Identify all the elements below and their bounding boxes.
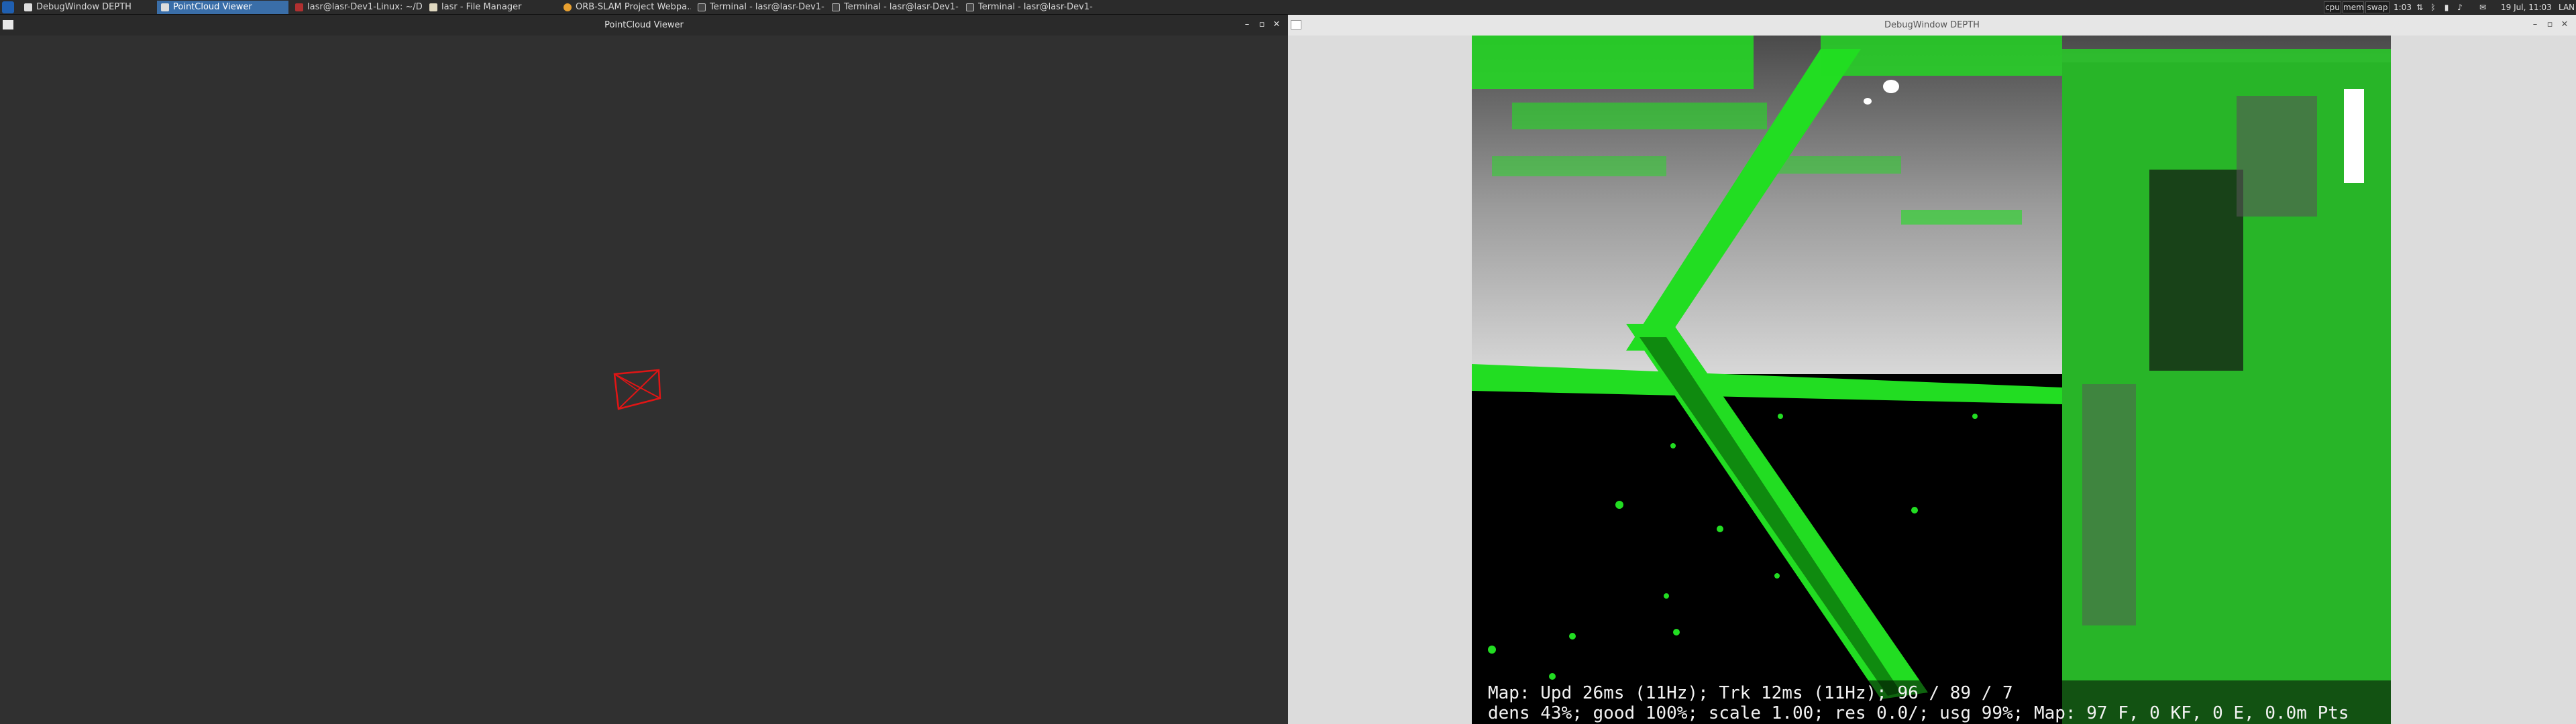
depth-image-view: Map: Upd 26ms (11Hz); Trk 12ms (11Hz); 9… xyxy=(1472,36,2391,724)
pointcloud-viewer-window: PointCloud Viewer – ▫ ✕ xyxy=(0,15,1288,724)
network-icon[interactable]: ⇅ xyxy=(2415,0,2424,15)
home-folder-icon xyxy=(429,3,437,11)
task-terminal-2[interactable]: Terminal - lasr@lasr-Dev1-L... xyxy=(828,1,959,14)
maximize-icon[interactable]: ▫ xyxy=(2545,20,2555,29)
window-icon xyxy=(24,3,32,11)
task-terminal-dev1[interactable]: lasr@lasr-Dev1-Linux: ~/D... xyxy=(291,1,423,14)
task-label: lasr - File Manager xyxy=(441,2,522,12)
window-titlebar[interactable]: PointCloud Viewer – ▫ ✕ xyxy=(0,15,1288,36)
task-terminal-3[interactable]: Terminal - lasr@lasr-Dev1-L... xyxy=(962,1,1093,14)
minimize-icon[interactable]: – xyxy=(2530,20,2540,29)
mem-label: mem xyxy=(2343,3,2364,12)
start-menu-icon[interactable] xyxy=(2,1,14,13)
browser-icon xyxy=(564,3,572,11)
task-debugwindow-depth[interactable]: DebugWindow DEPTH xyxy=(20,1,154,14)
window-menu-icon[interactable] xyxy=(1291,20,1301,29)
status-line-2: dens 43%; good 100%; scale 1.00; res 0.0… xyxy=(1488,703,2349,723)
maximize-icon[interactable]: ▫ xyxy=(1257,20,1267,29)
swap-monitor[interactable]: swap xyxy=(2365,1,2390,13)
bluetooth-icon[interactable]: ᛒ xyxy=(2428,0,2438,15)
task-label: Terminal - lasr@lasr-Dev1-L... xyxy=(978,2,1093,12)
terminal-icon xyxy=(832,3,840,11)
status-line-1: Map: Upd 26ms (11Hz); Trk 12ms (11Hz); 9… xyxy=(1488,683,2013,703)
cpu-monitor[interactable]: cpu xyxy=(2324,1,2341,13)
task-label: PointCloud Viewer xyxy=(173,2,252,12)
clock[interactable]: 19 Jul, 11:03 xyxy=(2501,0,2552,15)
depth-image xyxy=(1472,36,2391,724)
volume-icon[interactable]: ♪ xyxy=(2455,0,2465,15)
camera-frustum-icon xyxy=(613,369,661,410)
task-orb-slam-webpage[interactable]: ORB-SLAM Project Webpa... xyxy=(559,1,691,14)
window-menu-icon[interactable] xyxy=(3,20,13,29)
battery-icon[interactable]: ▮ xyxy=(2442,0,2451,15)
taskbar: DebugWindow DEPTH PointCloud Viewer lasr… xyxy=(0,0,2576,15)
task-label: ORB-SLAM Project Webpa... xyxy=(576,2,691,12)
window-title: PointCloud Viewer xyxy=(604,20,684,30)
window-titlebar[interactable]: DebugWindow DEPTH – ▫ ✕ xyxy=(1288,15,2576,36)
status-overlay: Map: Upd 26ms (11Hz); Trk 12ms (11Hz); 9… xyxy=(1472,680,2391,724)
task-label: Terminal - lasr@lasr-Dev1-L... xyxy=(710,2,825,12)
terminal-icon xyxy=(966,3,974,11)
task-file-manager[interactable]: lasr - File Manager xyxy=(425,1,557,14)
mail-icon[interactable]: ✉ xyxy=(2478,0,2487,15)
task-pointcloud-viewer[interactable]: PointCloud Viewer xyxy=(157,1,288,14)
task-label: Terminal - lasr@lasr-Dev1-L... xyxy=(844,2,959,12)
close-icon[interactable]: ✕ xyxy=(2560,20,2569,29)
window-icon xyxy=(161,3,169,11)
task-label: lasr@lasr-Dev1-Linux: ~/D... xyxy=(307,2,423,12)
task-label: DebugWindow DEPTH xyxy=(36,2,131,12)
minimize-icon[interactable]: – xyxy=(1242,20,1252,29)
swap-label: swap xyxy=(2367,3,2388,12)
terminal-icon xyxy=(295,3,303,11)
terminal-icon xyxy=(698,3,706,11)
cpu-label: cpu xyxy=(2325,3,2340,12)
task-terminal-1[interactable]: Terminal - lasr@lasr-Dev1-L... xyxy=(694,1,825,14)
window-title: DebugWindow DEPTH xyxy=(1884,20,1980,30)
mem-monitor[interactable]: mem xyxy=(2343,1,2364,13)
keyboard-layout[interactable]: LAN xyxy=(2559,0,2575,15)
close-icon[interactable]: ✕ xyxy=(1272,20,1281,29)
uptime-readout: 1:03 xyxy=(2394,3,2412,12)
